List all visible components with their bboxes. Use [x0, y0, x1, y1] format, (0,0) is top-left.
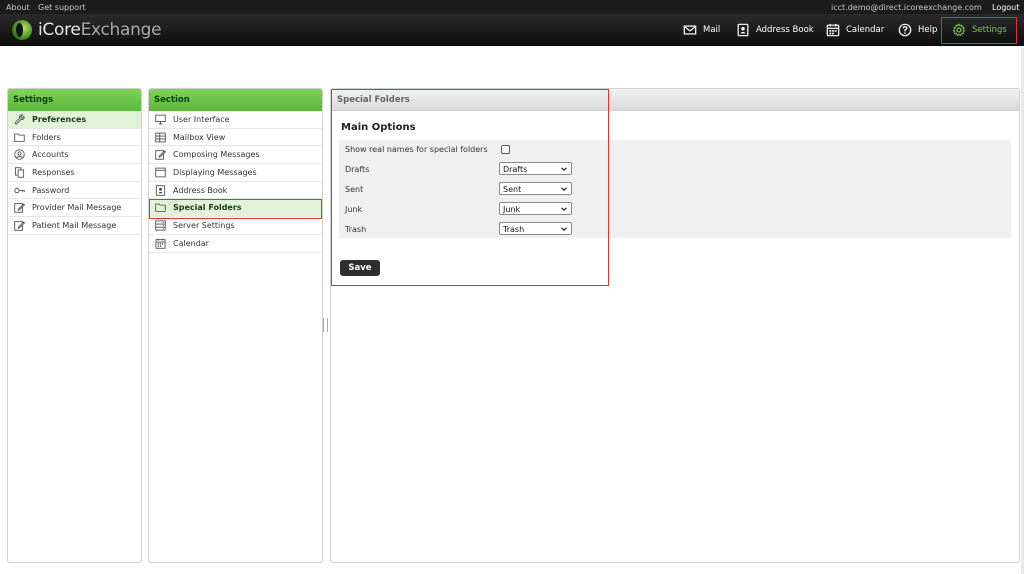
settings-item-patient-mail-message[interactable]: Patient Mail Message	[8, 217, 141, 235]
calendar-icon	[155, 238, 166, 249]
settings-item-password[interactable]: Password	[8, 182, 141, 200]
nav-help-label: Help	[918, 25, 938, 35]
settings-panel-title: Settings	[8, 89, 141, 111]
calendar-icon	[826, 23, 840, 37]
settings-list: Preferences Folders Accounts Responses P…	[8, 111, 141, 235]
section-item-label: Mailbox View	[173, 132, 226, 142]
address-book-icon	[737, 23, 749, 37]
settings-item-label: Password	[32, 185, 70, 195]
logo-mark-icon	[12, 20, 32, 40]
section-item-mailbox-view[interactable]: Mailbox View	[149, 129, 322, 147]
key-icon	[14, 187, 25, 193]
logout-link[interactable]: Logout	[992, 3, 1019, 12]
folder-icon	[14, 133, 25, 142]
settings-item-label: Accounts	[32, 150, 69, 160]
section-item-server-settings[interactable]: Server Settings	[149, 217, 322, 235]
section-item-label: Server Settings	[173, 220, 235, 230]
window-icon	[155, 167, 166, 178]
app-header: iCoreExchange Mail Address Book Calendar…	[0, 14, 1024, 46]
server-icon	[155, 220, 166, 231]
settings-highlight-box	[941, 17, 1017, 44]
settings-item-label: Provider Mail Message	[32, 203, 122, 213]
nav-mail-label: Mail	[703, 25, 721, 35]
section-list: User Interface Mailbox View Composing Me…	[149, 111, 322, 253]
nav-calendar-label: Calendar	[846, 25, 885, 35]
nav-mail[interactable]: Mail	[683, 14, 720, 46]
contact-icon	[155, 184, 166, 196]
section-item-label: Composing Messages	[173, 150, 260, 160]
settings-item-responses[interactable]: Responses	[8, 164, 141, 182]
main-options-highlight-box	[331, 89, 609, 286]
app-logo[interactable]: iCoreExchange	[12, 19, 162, 41]
nav-calendar[interactable]: Calendar	[826, 14, 884, 46]
top-utility-bar: About Get support icct.demo@direct.icore…	[0, 0, 1024, 14]
about-link[interactable]: About	[6, 3, 30, 12]
logo-text: iCoreExchange	[38, 20, 162, 40]
get-support-link[interactable]: Get support	[38, 3, 86, 12]
panel-resize-handle[interactable]	[323, 318, 328, 332]
settings-item-accounts[interactable]: Accounts	[8, 146, 141, 165]
settings-item-label: Folders	[32, 132, 61, 142]
settings-item-provider-mail-message[interactable]: Provider Mail Message	[8, 199, 141, 218]
edit-icon	[155, 150, 166, 160]
grid-icon	[155, 132, 166, 142]
section-item-displaying-messages[interactable]: Displaying Messages	[149, 164, 322, 182]
section-item-label: User Interface	[173, 114, 230, 124]
wrench-icon	[14, 114, 25, 125]
section-item-label: Address Book	[173, 185, 228, 195]
nav-help[interactable]: Help	[898, 14, 937, 46]
settings-item-preferences[interactable]: Preferences	[8, 111, 141, 129]
nav-address-book-label: Address Book	[756, 25, 814, 35]
monitor-icon	[155, 114, 166, 125]
settings-item-folders[interactable]: Folders	[8, 129, 141, 147]
edit-icon	[14, 203, 25, 213]
section-item-address-book[interactable]: Address Book	[149, 182, 322, 200]
section-item-composing-messages[interactable]: Composing Messages	[149, 146, 322, 165]
settings-item-label: Patient Mail Message	[32, 220, 117, 230]
section-item-user-interface[interactable]: User Interface	[149, 111, 322, 129]
settings-panel: Settings Preferences Folders Accounts Re…	[7, 88, 142, 563]
edit-icon	[14, 221, 25, 231]
section-item-label: Displaying Messages	[173, 167, 257, 177]
settings-item-label: Preferences	[32, 114, 87, 124]
section-panel: Section User Interface Mailbox View Comp…	[148, 88, 323, 563]
nav-address-book[interactable]: Address Book	[736, 14, 814, 46]
section-item-calendar[interactable]: Calendar	[149, 235, 322, 253]
section-panel-title: Section	[149, 89, 322, 111]
user-circle-icon	[14, 149, 25, 160]
mail-icon	[683, 25, 697, 35]
documents-icon	[14, 167, 25, 178]
help-icon	[898, 23, 912, 37]
settings-item-label: Responses	[32, 167, 75, 177]
user-email: icct.demo@direct.icoreexchange.com	[831, 3, 982, 12]
section-item-label: Calendar	[173, 238, 209, 248]
selected-section-highlight-box	[149, 199, 322, 219]
